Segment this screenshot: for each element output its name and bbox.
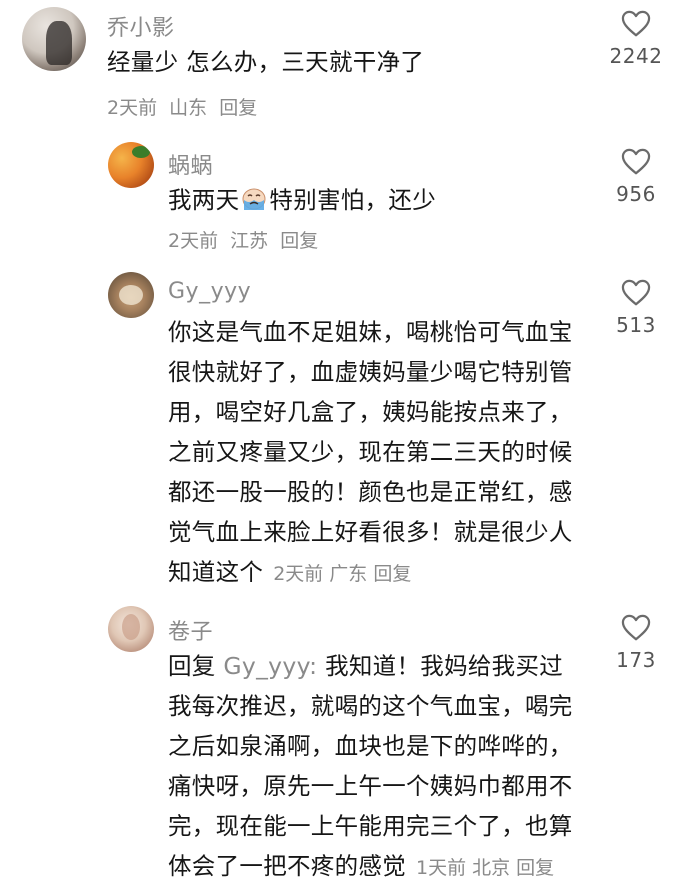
comment-item: 乔小影 经量少 怎么办，三天就干净了 2天前 山东 回复 2242 [0,0,690,130]
comment-text: 回复 Gy_yyy: 我知道！我妈给我买过 我每次推迟，就喝的这个气血宝，喝完 … [168,646,573,887]
comment-text-line: 用，喝空好几盒了，姨妈能按点来了， [168,398,573,426]
comment-text-line: 你这是气血不足姐妹，喝桃怡可气血宝 [168,318,573,346]
comment-text-line: 回复 Gy_yyy: 我知道！我妈给我买过 [168,646,573,686]
comment-text-line: 很快就好了，血虚姨妈量少喝它特别管 [168,358,573,386]
comment-text-line: 知道这个 2天前 广东 回复 [168,552,573,594]
comment-time: 1天前 [416,857,467,879]
reply-button[interactable]: 回复 [373,563,411,585]
heart-outline-icon[interactable] [621,279,651,307]
user-avatar[interactable] [108,142,154,188]
like-button[interactable]: 956 [606,148,666,206]
comment-time: 2天前 [273,563,324,585]
comment-meta: 2天前 江苏 回复 [168,226,324,253]
like-count: 2242 [609,44,663,68]
comment-text-line: 之前又疼量又少，现在第二三天的时候 [168,438,573,466]
heart-outline-icon[interactable] [621,148,651,176]
comment-meta: 2天前 广东 回复 [273,563,417,585]
comment-time: 2天前 [107,97,158,119]
comment-text-part: 特别害怕，还少 [269,186,437,214]
comment-text-line: 体会了一把不疼的感觉 1天前 北京 回复 [168,846,573,887]
comment-item: Gy_yyy 你这是气血不足姐妹，喝桃怡可气血宝 很快就好了，血虚姨妈量少喝它特… [0,262,690,597]
comment-text-line: 完，现在能一上午能用完三个了，也算 [168,812,573,840]
reply-button[interactable]: 回复 [516,857,554,879]
comment-username[interactable]: 卷子 [168,614,213,646]
heart-outline-icon[interactable] [621,10,651,38]
reply-target-username[interactable]: Gy_yyy: [223,652,317,680]
comment-text-line: 觉气血上来脸上好看很多！就是很少人 [168,518,573,546]
comment-username[interactable]: 蜗蜗 [168,148,213,180]
comment-text-part: 体会了一把不疼的感觉 [168,852,406,880]
comment-meta: 1天前 北京 回复 [416,857,560,879]
comment-meta: 2天前 山东 回复 [107,93,263,120]
comment-username[interactable]: 乔小影 [107,10,175,42]
comment-text-part: 我知道！我妈给我买过 [317,652,564,680]
like-button[interactable]: 173 [606,614,666,672]
reply-button[interactable]: 回复 [219,97,257,119]
comment-text-line: 经量少 怎么办，三天就干净了 [107,48,425,76]
comment-location: 北京 [472,857,511,879]
like-count: 513 [616,313,656,337]
like-count: 173 [616,648,656,672]
reply-prefix: 回复 [168,652,216,680]
comment-text: 我两天 特别害怕，还少 [168,180,436,220]
comment-text-line: 痛快呀，原先一上午一个姨妈巾都用不 [168,772,573,800]
comment-item: 蜗蜗 我两天 特别害怕，还少 2天前 江苏 回复 956 [0,130,690,260]
comment-text-line: 我每次推迟，就喝的这个气血宝，喝完 [168,692,573,720]
user-avatar[interactable] [22,7,86,71]
user-avatar[interactable] [108,272,154,318]
comment-text-line: 之后如泉涌啊，血块也是下的哗哗的， [168,732,573,760]
comment-text-part: 我两天 [168,186,240,214]
like-count: 956 [616,182,656,206]
comment-time: 2天前 [168,230,219,252]
comment-text-line: 都还一股一股的！颜色也是正常红，感 [168,478,573,506]
user-avatar[interactable] [108,606,154,652]
comment-username[interactable]: Gy_yyy [168,279,251,304]
reply-button[interactable]: 回复 [280,230,318,252]
comment-text-line: 我两天 特别害怕，还少 [168,180,436,220]
comment-text-part: 知道这个 [168,558,264,586]
comment-item: 卷子 回复 Gy_yyy: 我知道！我妈给我买过 我每次推迟，就喝的这个气血宝，… [0,598,690,887]
comment-location: 山东 [169,97,208,119]
comment-location: 江苏 [230,230,269,252]
like-button[interactable]: 513 [606,279,666,337]
comment-text: 经量少 怎么办，三天就干净了 [107,42,424,82]
like-button[interactable]: 2242 [606,10,666,68]
heart-outline-icon[interactable] [621,614,651,642]
comment-location: 广东 [329,563,368,585]
comment-text: 你这是气血不足姐妹，喝桃怡可气血宝 很快就好了，血虚姨妈量少喝它特别管 用，喝空… [168,312,573,594]
crying-face-icon [242,188,266,210]
